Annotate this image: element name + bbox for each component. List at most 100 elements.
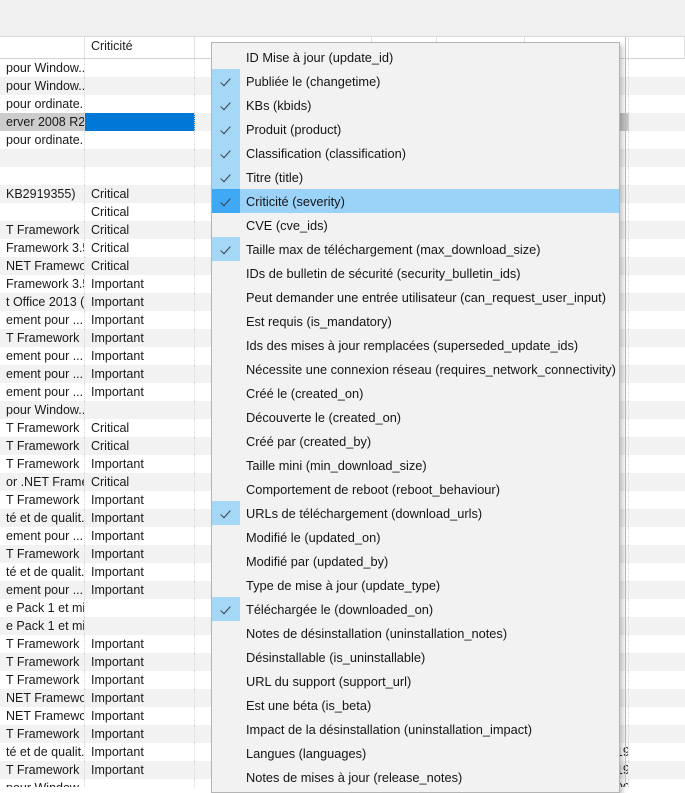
table-cell-title: T Framework ...: [0, 761, 85, 779]
table-cell-tail: [629, 761, 685, 779]
check-gutter: [212, 477, 240, 501]
menu-item[interactable]: Criticité (severity): [212, 189, 619, 213]
menu-item[interactable]: ID Mise à jour (update_id): [212, 45, 619, 69]
menu-item[interactable]: CVE (cve_ids): [212, 213, 619, 237]
table-cell-sev: Important: [85, 635, 195, 653]
menu-item[interactable]: Produit (product): [212, 117, 619, 141]
menu-item[interactable]: Téléchargée le (downloaded_on): [212, 597, 619, 621]
menu-item[interactable]: KBs (kbids): [212, 93, 619, 117]
table-cell-sev: [85, 599, 195, 617]
check-gutter: [212, 357, 240, 381]
menu-item-label: Désinstallable (is_uninstallable): [246, 649, 426, 665]
menu-item[interactable]: Titre (title): [212, 165, 619, 189]
menu-item[interactable]: Modifié le (updated_on): [212, 525, 619, 549]
menu-item[interactable]: Est une béta (is_beta): [212, 693, 619, 717]
table-cell-title: NET Framewor...: [0, 257, 85, 275]
menu-item[interactable]: Comportement de reboot (reboot_behaviour…: [212, 477, 619, 501]
table-cell-sev: [85, 59, 195, 77]
table-cell-sev: [85, 779, 195, 787]
menu-item[interactable]: Taille mini (min_download_size): [212, 453, 619, 477]
menu-item[interactable]: Créé le (created_on): [212, 381, 619, 405]
table-cell-title: ement pour ....: [0, 581, 85, 599]
column-header-title[interactable]: [0, 37, 85, 58]
menu-item[interactable]: Désinstallable (is_uninstallable): [212, 645, 619, 669]
table-cell-title: T Framework ...: [0, 545, 85, 563]
table-cell-tail: [629, 509, 685, 527]
table-cell-title: pour Window...: [0, 401, 85, 419]
menu-item[interactable]: Modifié par (updated_by): [212, 549, 619, 573]
table-cell-tail: [629, 221, 685, 239]
table-cell-title: pour Window...: [0, 59, 85, 77]
table-cell-sev: Critical: [85, 185, 195, 203]
table-cell-sev: Critical: [85, 221, 195, 239]
table-cell-tail: [629, 239, 685, 257]
table-cell-title: ement pour ....: [0, 365, 85, 383]
menu-item-label: URL du support (support_url): [246, 673, 412, 689]
column-header-sev[interactable]: Criticité: [85, 37, 195, 58]
table-cell-tail: [629, 185, 685, 203]
check-icon: [212, 165, 240, 189]
table-cell-tail: [629, 311, 685, 329]
table-cell-tail: [629, 329, 685, 347]
menu-item[interactable]: Nécessite une connexion réseau (requires…: [212, 357, 619, 381]
table-cell-tail: [629, 365, 685, 383]
check-gutter: [212, 525, 240, 549]
table-cell-title: erver 2008 R2 p...: [0, 113, 85, 131]
menu-item[interactable]: Créé par (created_by): [212, 429, 619, 453]
check-gutter: [212, 741, 240, 765]
menu-item-label: Notes de désinstallation (uninstallation…: [246, 625, 508, 641]
table-cell-sev: [84, 113, 195, 131]
table-cell-sev: Important: [85, 527, 195, 545]
table-cell-sev: Important: [85, 455, 195, 473]
check-icon: [212, 69, 240, 93]
table-cell-tail: [629, 491, 685, 509]
table-cell-title: T Framework ...: [0, 437, 85, 455]
menu-item[interactable]: Publiée le (changetime): [212, 69, 619, 93]
table-cell-title: T Framework ...: [0, 725, 85, 743]
column-chooser-menu[interactable]: ID Mise à jour (update_id) Publiée le (ch…: [211, 42, 620, 793]
table-cell-sev: [85, 77, 195, 95]
menu-item[interactable]: IDs de bulletin de sécurité (security_bu…: [212, 261, 619, 285]
table-cell-title: té et de qualit...: [0, 563, 85, 581]
table-cell-sev: Important: [85, 689, 195, 707]
table-cell-title: T Framework ...: [0, 329, 85, 347]
menu-item[interactable]: Est requis (is_mandatory): [212, 309, 619, 333]
table-cell-sev: Important: [85, 383, 195, 401]
table-cell-title: T Framework ...: [0, 419, 85, 437]
table-cell-tail: [629, 527, 685, 545]
checkmark-icon: [220, 243, 233, 256]
menu-item-label: Créé par (created_by): [246, 433, 372, 449]
table-cell-tail: [629, 167, 685, 185]
table-cell-tail: [629, 653, 685, 671]
menu-item[interactable]: Type de mise à jour (update_type): [212, 573, 619, 597]
table-cell-sev: Critical: [85, 257, 195, 275]
menu-item-label: Produit (product): [246, 121, 342, 137]
table-cell-tail: [629, 689, 685, 707]
table-cell-title: e Pack 1 et mis...: [0, 617, 85, 635]
menu-item[interactable]: URL du support (support_url): [212, 669, 619, 693]
menu-item[interactable]: Taille max de téléchargement (max_downlo…: [212, 237, 619, 261]
menu-item-label: Type de mise à jour (update_type): [246, 577, 441, 593]
menu-item-label: Ids des mises à jour remplacées (superse…: [246, 337, 579, 353]
table-cell-tail: [629, 203, 685, 221]
menu-item[interactable]: Peut demander une entrée utilisateur (ca…: [212, 285, 619, 309]
menu-item[interactable]: Notes de mises à jour (release_notes): [212, 765, 619, 789]
menu-item[interactable]: URLs de téléchargement (download_urls): [212, 501, 619, 525]
table-cell-title: KB2919355): [0, 185, 85, 203]
menu-item[interactable]: Découverte le (created_on): [212, 405, 619, 429]
table-cell-title: ement pour ....: [0, 527, 85, 545]
check-gutter: [212, 333, 240, 357]
table-cell-title: T Framework ...: [0, 635, 85, 653]
menu-item[interactable]: Notes de désinstallation (uninstallation…: [212, 621, 619, 645]
menu-item[interactable]: Langues (languages): [212, 741, 619, 765]
menu-item-label: Découverte le (created_on): [246, 409, 402, 425]
menu-item[interactable]: Classification (classification): [212, 141, 619, 165]
column-header-tail[interactable]: [629, 37, 685, 58]
table-cell-sev: Important: [85, 563, 195, 581]
menu-item[interactable]: Ids des mises à jour remplacées (superse…: [212, 333, 619, 357]
table-cell-sev: Important: [85, 293, 195, 311]
check-gutter: [212, 429, 240, 453]
check-gutter: [212, 693, 240, 717]
check-gutter: [212, 669, 240, 693]
menu-item[interactable]: Impact de la désinstallation (uninstalla…: [212, 717, 619, 741]
